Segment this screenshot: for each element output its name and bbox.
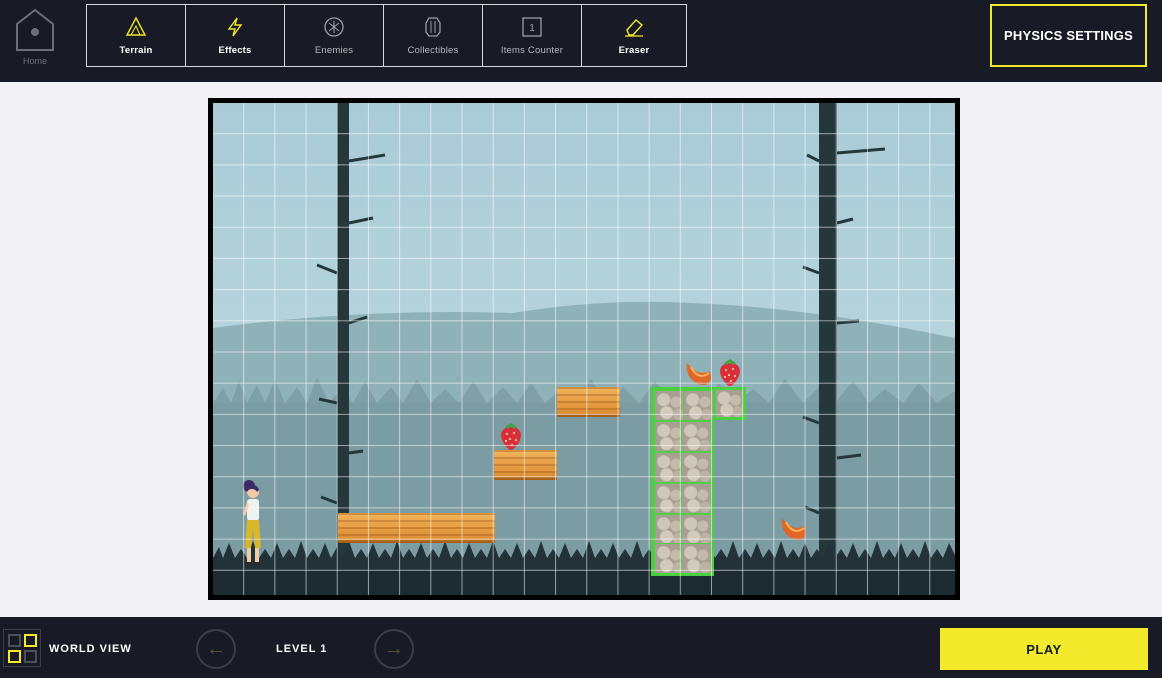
tool-label: Effects — [218, 45, 252, 56]
level-label: LEVEL 1 — [276, 643, 328, 655]
gem-icon — [425, 17, 441, 37]
top-toolbar: Home Terrain Effects Enemies Collectible… — [0, 0, 1162, 82]
tool-items-counter[interactable]: 1 Items Counter — [483, 5, 582, 66]
stone-block[interactable] — [683, 390, 714, 421]
terrain-icon — [125, 16, 147, 36]
lightning-icon — [227, 17, 243, 37]
tool-label: Terrain — [119, 45, 153, 56]
player-character[interactable] — [235, 478, 269, 568]
level-editor-canvas-frame — [208, 98, 960, 600]
stone-block[interactable] — [681, 452, 712, 483]
counter-icon-text: 1 — [529, 23, 535, 34]
level-editor-canvas[interactable] — [213, 103, 955, 595]
grid-cell — [8, 634, 21, 647]
eraser-icon — [625, 19, 644, 37]
next-level-button[interactable]: → — [374, 629, 414, 669]
birdhouse-icon — [16, 8, 54, 51]
tool-label: Eraser — [618, 45, 650, 56]
bottom-bar: WORLD VIEW ← LEVEL 1 → PLAY — [0, 617, 1162, 678]
enemy-icon — [324, 17, 344, 37]
world-view-label[interactable]: WORLD VIEW — [49, 643, 132, 655]
arrow-left-icon: ← — [206, 638, 226, 660]
wood-platform[interactable] — [338, 513, 495, 543]
stone-block[interactable] — [681, 514, 712, 545]
stone-block[interactable] — [681, 421, 712, 452]
home-button[interactable]: Home — [12, 6, 58, 68]
grid-cell-active — [24, 634, 37, 647]
stone-block[interactable] — [681, 543, 712, 574]
tool-collectibles[interactable]: Collectibles — [384, 5, 483, 66]
world-view-grid-icon[interactable] — [3, 629, 41, 667]
arrow-right-icon: → — [384, 638, 404, 660]
stone-block[interactable] — [681, 483, 712, 514]
tool-palette: Terrain Effects Enemies Collectibles 1 I… — [86, 4, 687, 67]
physics-settings-button[interactable]: PHYSICS SETTINGS — [990, 4, 1147, 67]
counter-icon: 1 — [522, 17, 542, 37]
tool-label: Enemies — [314, 45, 354, 56]
fire-leaf-enemy[interactable] — [683, 359, 715, 389]
tool-label: Items Counter — [500, 45, 564, 56]
tool-enemies[interactable]: Enemies — [285, 5, 384, 66]
tool-eraser[interactable]: Eraser — [582, 5, 686, 66]
tool-terrain[interactable]: Terrain — [87, 5, 186, 66]
forest-background — [213, 103, 955, 595]
grid-cell-active — [8, 650, 21, 663]
stone-block[interactable] — [654, 390, 685, 421]
grid-cell — [24, 650, 37, 663]
previous-level-button[interactable]: ← — [196, 629, 236, 669]
stone-block[interactable] — [715, 389, 744, 418]
home-label: Home — [22, 56, 47, 66]
tool-effects[interactable]: Effects — [186, 5, 285, 66]
fire-leaf-enemy[interactable] — [778, 513, 810, 545]
wood-platform[interactable] — [494, 450, 557, 480]
wood-platform[interactable] — [557, 387, 620, 417]
strawberry-collectible[interactable] — [715, 357, 745, 387]
strawberry-collectible[interactable] — [497, 421, 525, 451]
play-button[interactable]: PLAY — [940, 628, 1148, 670]
tool-label: Collectibles — [407, 45, 459, 56]
